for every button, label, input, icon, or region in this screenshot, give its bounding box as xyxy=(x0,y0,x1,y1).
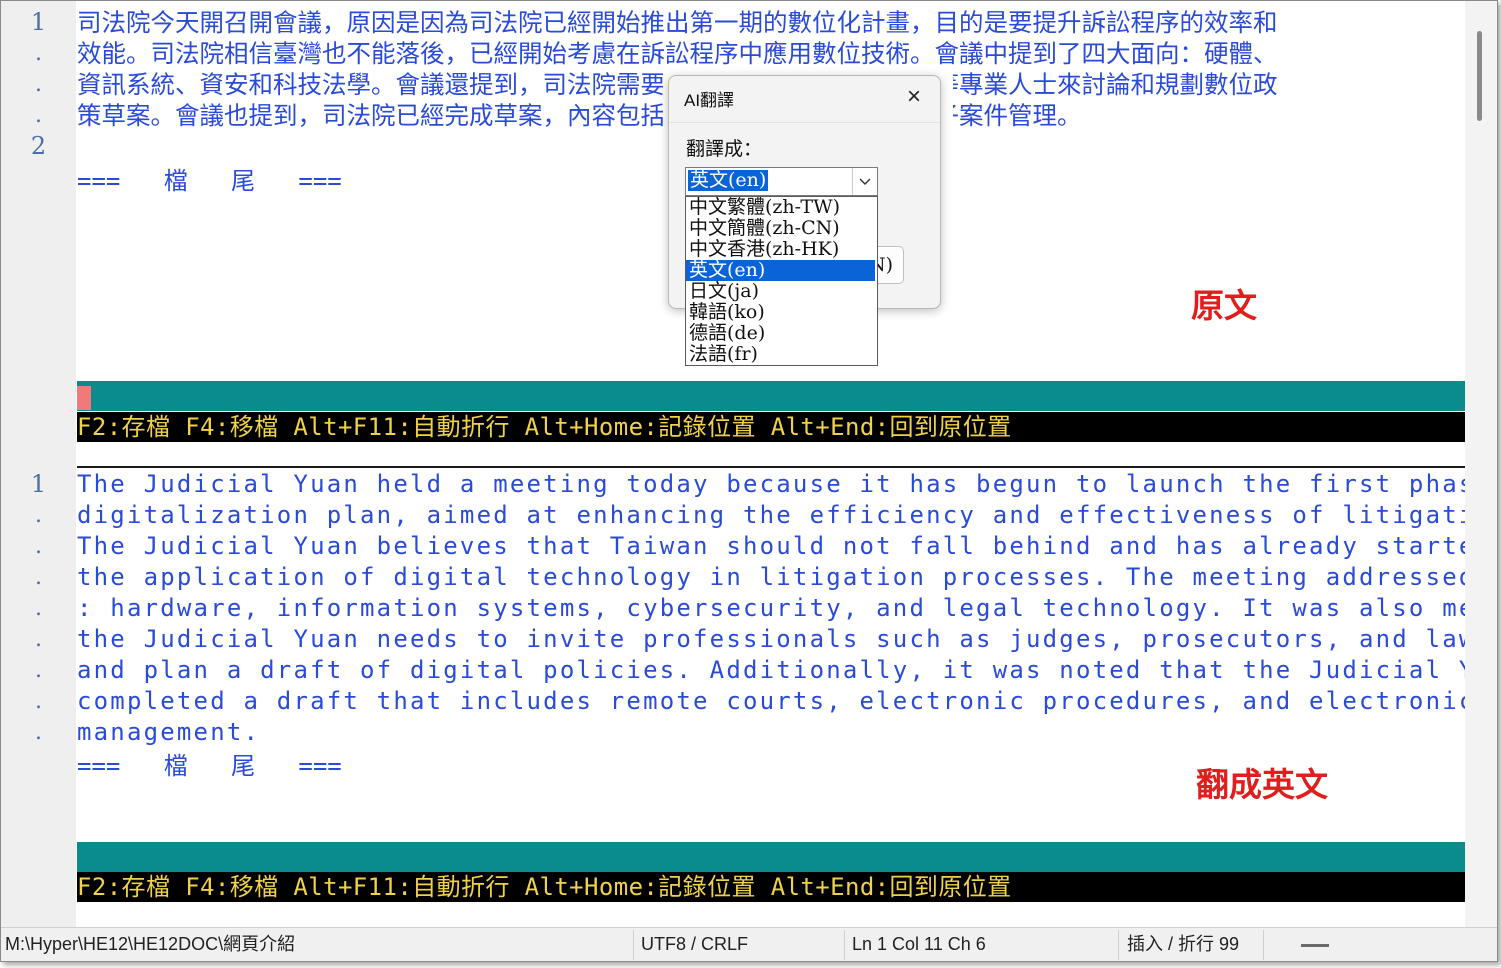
line-number: . xyxy=(35,565,42,590)
translated-text-line[interactable]: management. xyxy=(77,717,260,748)
line-number: 1 xyxy=(30,8,47,36)
translated-text-line[interactable]: the application of digital technology in… xyxy=(77,562,1497,593)
function-key-bar: F2:存檔 F4:移檔 Alt+F11:自動折行 Alt+Home:記錄位置 A… xyxy=(77,412,1465,442)
status-separator xyxy=(633,930,634,960)
status-bar: M:\Hyper\HE12\HE12DOC\網頁介紹 UTF8 / CRLF L… xyxy=(1,927,1497,961)
translated-text-line[interactable]: the Judicial Yuan needs to invite profes… xyxy=(77,624,1497,655)
cursor-position: Ln 1 Col 11 Ch 6 xyxy=(852,934,986,954)
pane-divider[interactable] xyxy=(77,466,1465,468)
line-number: . xyxy=(35,503,42,528)
line-number: 2 xyxy=(30,132,47,160)
line-number: . xyxy=(35,658,42,683)
status-separator xyxy=(844,930,845,960)
insert-mode-status[interactable]: 插入 / 折行 99 xyxy=(1127,928,1239,961)
line-number: . xyxy=(35,627,42,652)
translated-text-line[interactable]: completed a draft that includes remote c… xyxy=(77,686,1497,717)
function-key-bar: F2:存檔 F4:移檔 Alt+F11:自動折行 Alt+Home:記錄位置 A… xyxy=(77,872,1465,902)
chevron-down-icon[interactable] xyxy=(852,168,877,195)
file-path: M:\Hyper\HE12\HE12DOC\網頁介紹 xyxy=(5,934,296,954)
language-select[interactable]: 英文(en) xyxy=(685,167,878,196)
language-option[interactable]: 中文簡體(zh-CN) xyxy=(686,218,875,239)
line-number: . xyxy=(35,596,42,621)
language-option-selected[interactable]: 英文(en) xyxy=(686,260,875,281)
dialog-title: AI翻譯 xyxy=(684,91,735,110)
status-separator xyxy=(1118,930,1119,960)
vertical-scrollbar[interactable] xyxy=(1465,1,1497,927)
line-number: 1 xyxy=(30,470,47,498)
pane-separator-bar xyxy=(77,842,1465,872)
translate-to-label: 翻譯成： xyxy=(686,139,763,160)
language-option[interactable]: 中文香港(zh-HK) xyxy=(686,239,875,260)
scrollbar-thumb[interactable] xyxy=(1477,31,1482,121)
original-text-line[interactable]: 司法院今天開召開會議，原因是因為司法院已經開始推出第一期的數位化計畫，目的是要提… xyxy=(77,7,1278,38)
translated-text-line[interactable]: The Judicial Yuan held a meeting today b… xyxy=(77,469,1497,500)
close-icon[interactable]: × xyxy=(899,82,929,112)
pane-separator-bar xyxy=(77,381,1465,411)
translated-text-line[interactable]: : hardware, information systems, cyberse… xyxy=(77,593,1497,624)
language-dropdown-list[interactable]: 中文繁體(zh-TW) 中文簡體(zh-CN) 中文香港(zh-HK) 英文(e… xyxy=(685,196,878,366)
line-number: . xyxy=(35,41,42,66)
original-text-line[interactable]: 效能。司法院相信臺灣也不能落後，已經開始考慮在訴訟程序中應用數位技術。會議中提到… xyxy=(77,38,1278,69)
translated-text-line[interactable]: digitalization plan, aimed at enhancing … xyxy=(77,500,1497,531)
original-label: 原文 xyxy=(1191,286,1257,325)
translated-label: 翻成英文 xyxy=(1196,765,1328,804)
line-number: . xyxy=(35,103,42,128)
translated-text-line[interactable]: and plan a draft of digital policies. Ad… xyxy=(77,655,1497,686)
line-number-gutter: 1 . . . 2 1 . . . . . . . . xyxy=(1,1,76,927)
eof-marker: === 檔 尾 === xyxy=(77,752,342,780)
eof-marker: === 檔 尾 === xyxy=(77,167,342,195)
language-select-value: 英文(en) xyxy=(688,169,769,191)
line-number: . xyxy=(35,689,42,714)
language-option[interactable]: 法語(fr) xyxy=(686,344,875,365)
language-option[interactable]: 日文(ja) xyxy=(686,281,875,302)
line-number: . xyxy=(35,534,42,559)
status-separator xyxy=(1263,930,1264,960)
resize-grip-icon[interactable] xyxy=(1301,944,1329,947)
encoding-status[interactable]: UTF8 / CRLF xyxy=(641,928,748,961)
line-number: . xyxy=(35,720,42,745)
language-option[interactable]: 德語(de) xyxy=(686,323,875,344)
language-option[interactable]: 韓語(ko) xyxy=(686,302,875,323)
cursor-indicator xyxy=(77,386,91,410)
language-option[interactable]: 中文繁體(zh-TW) xyxy=(686,197,875,218)
line-number: . xyxy=(35,72,42,97)
translated-text-line[interactable]: The Judicial Yuan believes that Taiwan s… xyxy=(77,531,1497,562)
